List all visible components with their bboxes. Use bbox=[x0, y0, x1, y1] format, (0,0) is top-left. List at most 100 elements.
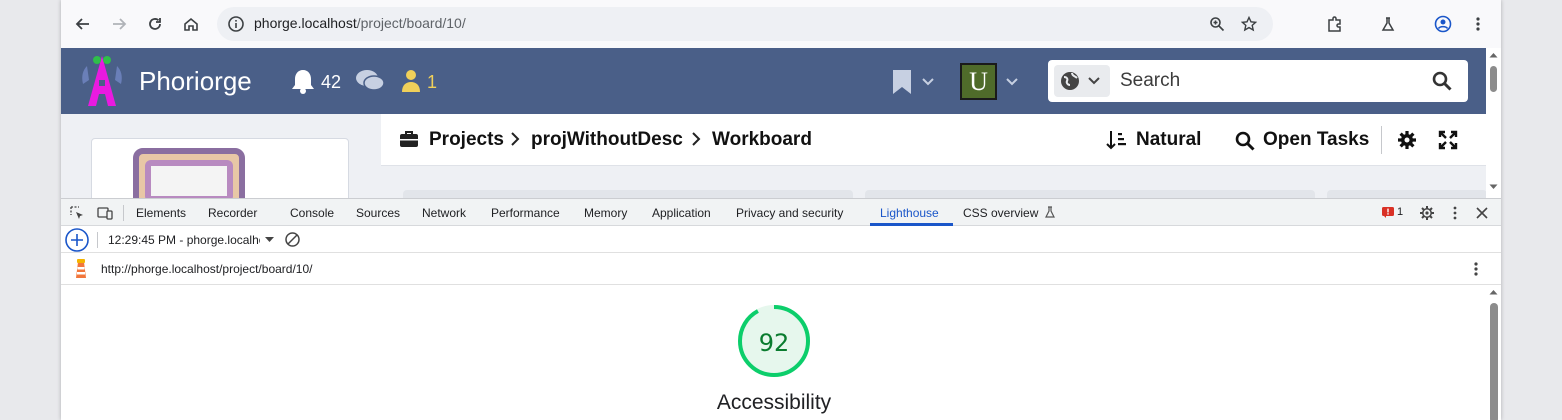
report-menu-icon[interactable] bbox=[1473, 261, 1479, 277]
notifications-bell-icon[interactable] bbox=[291, 68, 315, 94]
devtools-tabbar: Elements Recorder Console Sources Networ… bbox=[61, 198, 1501, 226]
inspect-element-icon[interactable] bbox=[69, 205, 85, 221]
tab-console[interactable]: Console bbox=[290, 206, 334, 220]
report-selector[interactable]: 12:29:45 PM - phorge.localhost bbox=[108, 233, 260, 247]
browser-menu-button[interactable] bbox=[1464, 10, 1492, 38]
home-button[interactable] bbox=[177, 10, 205, 38]
close-icon[interactable] bbox=[1474, 205, 1490, 221]
scroll-up-icon[interactable] bbox=[1489, 52, 1498, 58]
dropdown-arrow-icon[interactable] bbox=[265, 237, 274, 242]
zoom-button[interactable] bbox=[1207, 14, 1227, 34]
address-url[interactable]: phorge.localhost/project/board/10/ bbox=[254, 15, 466, 31]
experiment-icon bbox=[1045, 206, 1055, 218]
site-logo-icon[interactable] bbox=[75, 52, 129, 110]
labs-icon bbox=[1381, 17, 1395, 31]
gear-icon[interactable] bbox=[1397, 130, 1417, 150]
back-button[interactable] bbox=[69, 10, 97, 38]
forward-icon bbox=[113, 18, 127, 30]
workboard-column bbox=[403, 190, 853, 198]
report-scrollbar-thumb[interactable] bbox=[1490, 303, 1498, 420]
bookmark-icon[interactable] bbox=[891, 68, 913, 96]
notifications-count[interactable]: 42 bbox=[321, 72, 341, 93]
issues-indicator[interactable]: 1 bbox=[1382, 206, 1403, 218]
zoom-icon bbox=[1210, 17, 1225, 32]
new-report-icon[interactable] bbox=[64, 227, 90, 253]
tab-elements[interactable]: Elements bbox=[136, 206, 186, 220]
avatar[interactable]: U bbox=[960, 63, 997, 100]
browser-window: phorge.localhost/project/board/10/ Phori… bbox=[61, 0, 1501, 420]
extensions-button[interactable] bbox=[1321, 10, 1349, 38]
chevron-down-icon[interactable] bbox=[922, 78, 934, 86]
issues-count: 1 bbox=[1397, 206, 1404, 218]
devtools-menu-icon[interactable] bbox=[1447, 205, 1463, 221]
address-bar[interactable]: phorge.localhost/project/board/10/ bbox=[217, 7, 1273, 41]
site-name[interactable]: Phoriorge bbox=[139, 66, 252, 97]
fullscreen-icon[interactable] bbox=[1438, 130, 1458, 150]
back-icon bbox=[75, 18, 89, 30]
menu-icon bbox=[1476, 17, 1480, 31]
tab-css-overview[interactable]: CSS overview bbox=[963, 206, 1038, 220]
chevron-right-icon bbox=[692, 132, 701, 146]
lighthouse-report-bar: 12:29:45 PM - phorge.localhost bbox=[61, 226, 1501, 253]
user-icon[interactable] bbox=[401, 69, 421, 93]
tab-memory[interactable]: Memory bbox=[584, 206, 627, 220]
chevron-down-icon bbox=[1088, 77, 1100, 85]
site-header: Phoriorge 42 1 U Search bbox=[61, 48, 1501, 114]
report-scrollbar[interactable] bbox=[1486, 285, 1501, 420]
tab-recorder[interactable]: Recorder bbox=[208, 206, 257, 220]
reload-icon bbox=[149, 18, 161, 30]
sort-icon[interactable] bbox=[1106, 129, 1128, 151]
tab-application[interactable]: Application bbox=[652, 206, 711, 220]
clear-icon[interactable] bbox=[284, 231, 301, 248]
report-url: http://phorge.localhost/project/board/10… bbox=[101, 262, 313, 276]
tab-sources[interactable]: Sources bbox=[356, 206, 400, 220]
briefcase-icon bbox=[400, 131, 418, 147]
toolbar-divider bbox=[1381, 126, 1382, 154]
sort-button[interactable]: Natural bbox=[1136, 129, 1201, 151]
bookmark-star-button[interactable] bbox=[1239, 14, 1259, 34]
site-info-icon[interactable] bbox=[225, 13, 247, 35]
users-count[interactable]: 1 bbox=[427, 72, 437, 93]
score-category[interactable]: Accessibility bbox=[674, 391, 874, 415]
breadcrumb-workboard[interactable]: Workboard bbox=[712, 129, 812, 151]
chevron-right-icon bbox=[511, 132, 520, 146]
profile-button[interactable] bbox=[1429, 10, 1457, 38]
extensions-icon bbox=[1328, 16, 1341, 32]
tab-lighthouse[interactable]: Lighthouse bbox=[880, 206, 939, 220]
project-image-frame bbox=[145, 160, 233, 198]
project-image[interactable] bbox=[133, 148, 245, 198]
breadcrumb-projects[interactable]: Projects bbox=[429, 129, 504, 151]
labs-button[interactable] bbox=[1374, 10, 1402, 38]
messages-icon[interactable] bbox=[355, 68, 385, 94]
workboard-column bbox=[1327, 190, 1486, 198]
breadcrumb-project[interactable]: projWithoutDesc bbox=[531, 129, 683, 151]
profile-icon bbox=[1434, 15, 1452, 33]
workboard-column bbox=[865, 190, 1315, 198]
star-icon bbox=[1241, 16, 1257, 32]
forward-button[interactable] bbox=[105, 10, 133, 38]
page-scrollbar[interactable] bbox=[1486, 48, 1501, 198]
score-value: 92 bbox=[758, 329, 790, 357]
lighthouse-report: 92 Accessibility bbox=[61, 285, 1486, 420]
reload-button[interactable] bbox=[141, 10, 169, 38]
scroll-down-icon[interactable] bbox=[1489, 184, 1498, 190]
page-scrollbar-thumb[interactable] bbox=[1490, 66, 1497, 92]
home-icon bbox=[184, 17, 198, 31]
search-scope-button[interactable] bbox=[1054, 65, 1110, 97]
search-icon[interactable] bbox=[1235, 131, 1255, 151]
issue-flag-icon bbox=[1382, 206, 1394, 218]
settings-gear-icon[interactable] bbox=[1419, 205, 1435, 221]
search-box[interactable]: Search bbox=[1048, 60, 1468, 102]
globe-icon bbox=[1061, 72, 1079, 90]
devtools-divider bbox=[97, 232, 98, 248]
tab-performance[interactable]: Performance bbox=[491, 206, 560, 220]
browser-toolbar: phorge.localhost/project/board/10/ bbox=[61, 0, 1501, 48]
device-toolbar-icon[interactable] bbox=[97, 205, 113, 221]
search-input[interactable]: Search bbox=[1120, 70, 1180, 92]
filter-button[interactable]: Open Tasks bbox=[1263, 129, 1369, 151]
chevron-down-icon[interactable] bbox=[1006, 78, 1018, 86]
tab-privacy-security[interactable]: Privacy and security bbox=[736, 206, 843, 220]
tab-network[interactable]: Network bbox=[422, 206, 466, 220]
search-icon[interactable] bbox=[1432, 71, 1452, 91]
scroll-up-icon[interactable] bbox=[1489, 289, 1498, 295]
